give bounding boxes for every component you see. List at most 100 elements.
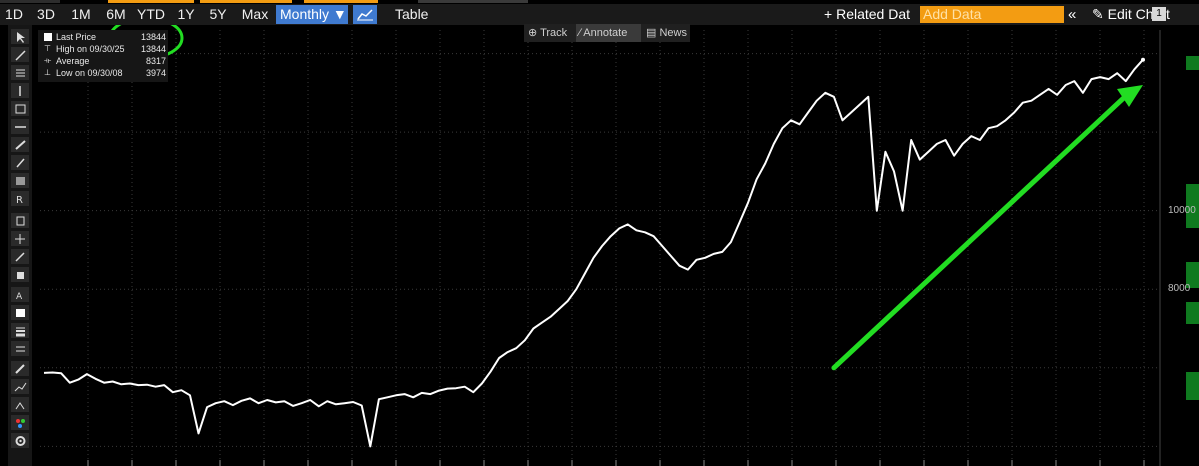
label-icon: A xyxy=(16,292,23,301)
related-data-button[interactable]: + Related Dat xyxy=(824,4,910,25)
legend-row-average: ⟛ Average 8317 xyxy=(42,56,166,68)
y-tick-label: 8000 xyxy=(1168,283,1191,295)
color-picker-tool[interactable] xyxy=(11,415,29,430)
measure-icon xyxy=(15,401,24,409)
color-swatch-icon xyxy=(15,308,25,317)
brush-tool[interactable] xyxy=(11,155,29,170)
line-width-icon xyxy=(15,346,25,351)
pencil-icon: ✎ xyxy=(1092,6,1108,22)
right-axis-marker xyxy=(1186,56,1199,70)
last-price-point xyxy=(1141,57,1145,62)
add-data-input[interactable] xyxy=(920,6,1064,23)
channel-icon xyxy=(15,104,25,113)
price-line-series xyxy=(43,59,1144,448)
brush-icon xyxy=(15,158,25,167)
table-button[interactable]: Table xyxy=(395,4,428,25)
tab-news[interactable]: ▤ News xyxy=(646,24,688,42)
range-5y-button[interactable]: 5Y xyxy=(206,4,230,25)
tab-track-label: Track xyxy=(540,27,568,39)
gear-icon xyxy=(15,435,25,446)
line-width-tool[interactable] xyxy=(11,341,29,356)
color-tool[interactable] xyxy=(11,305,29,320)
line-chart-type-button[interactable] xyxy=(353,5,377,24)
tab-annotate[interactable]: ∕ Annotate xyxy=(576,24,641,42)
svg-text:R: R xyxy=(16,195,23,205)
trend-tool[interactable] xyxy=(11,379,29,394)
legend-swatch-icon xyxy=(44,33,52,41)
highlighter-icon xyxy=(14,363,25,374)
trend-icon xyxy=(14,382,26,391)
pointer-tool[interactable] xyxy=(11,29,29,44)
channel-tool[interactable] xyxy=(11,101,29,116)
trend-arrow-annotation xyxy=(831,90,1132,371)
eraser-tool[interactable] xyxy=(11,267,29,282)
range-ytd-button[interactable]: YTD xyxy=(134,4,168,25)
frequency-dropdown[interactable]: Monthly ▼ xyxy=(276,5,348,24)
move-tool[interactable] xyxy=(11,231,29,246)
average-marker-icon: ⟛ xyxy=(44,56,52,65)
measure-tool[interactable] xyxy=(11,397,29,412)
tab-news-label: News xyxy=(659,27,687,39)
line-style-tool[interactable] xyxy=(11,323,29,338)
legend-row-high: ⊤ High on 09/30/25 13844 xyxy=(42,44,166,56)
eraser-icon xyxy=(16,271,24,279)
news-icon: ▤ xyxy=(646,27,660,39)
shape-tool[interactable] xyxy=(11,213,29,228)
chart-toolbar: 1D 3D 1M 6M YTD 1Y 5Y Max Monthly ▼ Tabl… xyxy=(0,4,1199,25)
right-axis-marker xyxy=(1186,302,1199,324)
line-tool[interactable] xyxy=(11,47,29,62)
price-chart xyxy=(40,16,1199,466)
legend-label: High on 09/30/25 xyxy=(56,44,125,54)
settings-tool[interactable] xyxy=(11,433,29,448)
arrow-icon xyxy=(14,251,25,262)
tab-track[interactable]: ⊕ Track xyxy=(528,24,572,42)
vertical-line-icon xyxy=(18,85,21,96)
horizontal-line-icon xyxy=(14,125,26,128)
collapse-icon[interactable]: « xyxy=(1068,4,1076,25)
legend-value: 3974 xyxy=(145,68,166,78)
range-1m-button[interactable]: 1M xyxy=(68,4,94,25)
high-marker-icon: ⊤ xyxy=(44,44,51,53)
y-tick-label: 10000 xyxy=(1168,204,1196,216)
cursor-icon xyxy=(16,31,25,43)
palette-icon xyxy=(15,418,25,428)
legend-row-last-price: Last Price 13844 xyxy=(42,32,166,44)
range-max-button[interactable]: Max xyxy=(238,4,272,25)
fibonacci-icon xyxy=(15,69,25,76)
ruler-tool[interactable] xyxy=(11,137,29,152)
pattern-tool[interactable] xyxy=(11,173,29,188)
highlighter-tool[interactable] xyxy=(11,361,29,376)
legend-value: 13844 xyxy=(140,44,166,54)
fibonacci-tool[interactable] xyxy=(11,65,29,80)
related-data-label: Related Dat xyxy=(836,6,911,22)
ruler-icon xyxy=(14,139,26,150)
range-3d-button[interactable]: 3D xyxy=(34,4,58,25)
label-tool[interactable]: A xyxy=(11,287,29,302)
range-6m-button[interactable]: 6M xyxy=(104,4,128,25)
chart-mode-tabs: ⊕ Track ∕ Annotate ▤ News xyxy=(524,24,690,42)
horizontal-line-tool[interactable] xyxy=(11,119,29,134)
chart-legend: Last Price 13844 ⊤ High on 09/30/25 1384… xyxy=(38,30,168,82)
chevron-down-icon: ▼ xyxy=(332,6,347,22)
pattern-icon xyxy=(15,176,25,185)
range-1d-button[interactable]: 1D xyxy=(2,4,26,25)
low-marker-icon: ⊥ xyxy=(44,68,51,77)
line-chart-icon xyxy=(357,9,373,21)
text-tool[interactable]: R xyxy=(11,191,29,206)
tab-annotate-label: Annotate xyxy=(583,27,628,39)
frequency-label: Monthly xyxy=(280,6,330,22)
right-axis-marker xyxy=(1186,372,1199,400)
move-icon xyxy=(14,233,25,244)
window-badge: 1 xyxy=(1152,7,1166,21)
legend-row-low: ⊥ Low on 09/30/08 3974 xyxy=(42,68,166,80)
legend-value: 8317 xyxy=(145,56,166,66)
legend-label: Low on 09/30/08 xyxy=(56,68,123,78)
shape-icon xyxy=(16,216,24,225)
vertical-line-tool[interactable] xyxy=(11,83,29,98)
legend-label: Last Price xyxy=(56,32,97,42)
arrow-tool[interactable] xyxy=(11,249,29,264)
plus-icon: + xyxy=(824,6,837,22)
text-box-icon: R xyxy=(16,195,23,205)
line-style-icon xyxy=(15,327,25,336)
range-1y-button[interactable]: 1Y xyxy=(174,4,198,25)
